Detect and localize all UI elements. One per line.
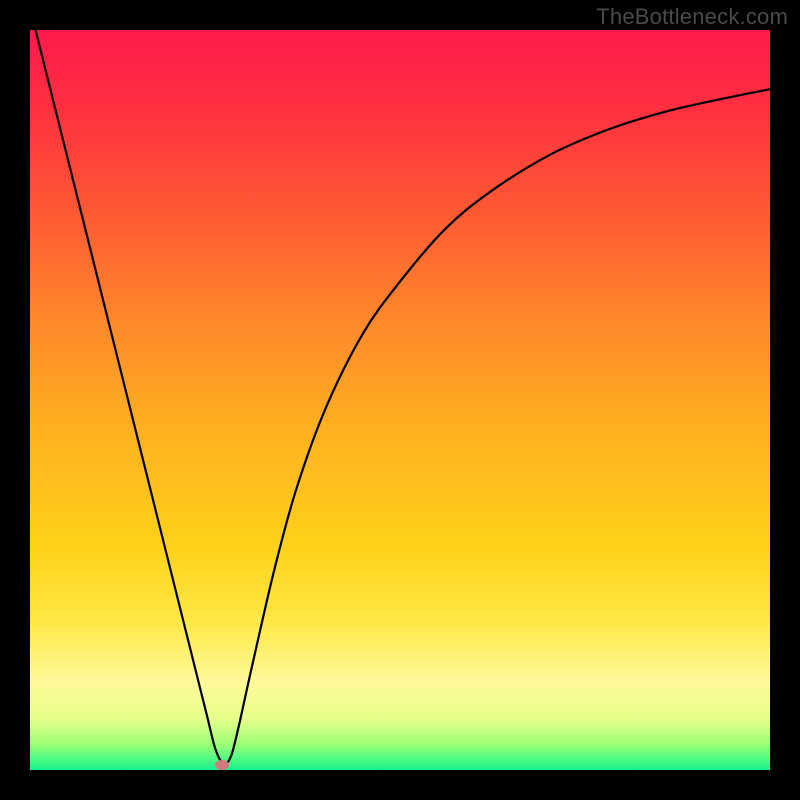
chart-frame: TheBottleneck.com bbox=[0, 0, 800, 800]
watermark-text: TheBottleneck.com bbox=[596, 4, 788, 30]
plot-area bbox=[30, 30, 770, 770]
minimum-marker bbox=[215, 760, 229, 770]
bottleneck-curve bbox=[30, 30, 770, 770]
